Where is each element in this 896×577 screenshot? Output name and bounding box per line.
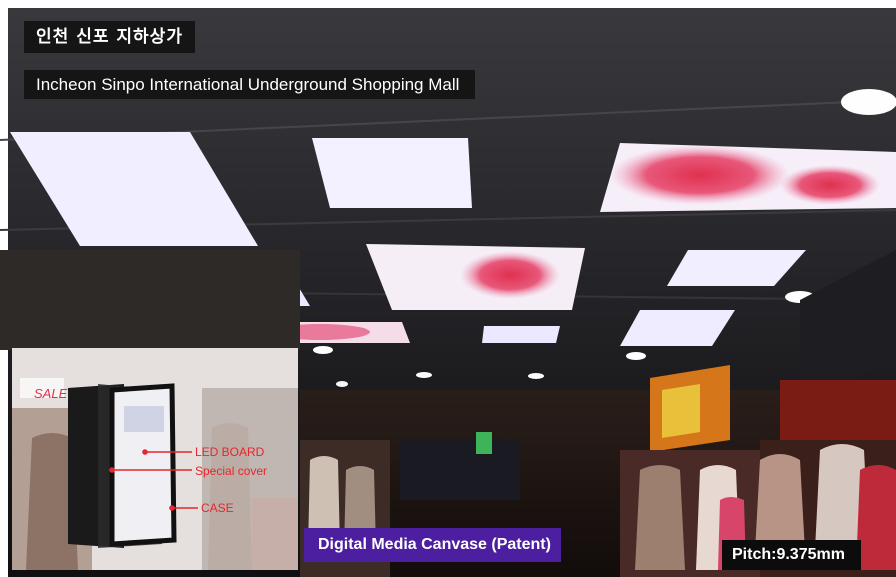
product-name-badge: Digital Media Canvase (Patent) — [304, 528, 561, 562]
korean-location-title: 인천 신포 지하상가 — [24, 21, 195, 53]
led-board-callout: LED BOARD — [195, 445, 265, 459]
english-location-title: Incheon Sinpo International Underground … — [24, 70, 476, 99]
inset-photo — [12, 348, 298, 570]
sale-sign: SALE — [34, 386, 68, 401]
special-cover-callout: Special cover — [195, 464, 268, 478]
case-callout: CASE — [201, 501, 234, 515]
pixel-pitch-label: Pitch:9.375mm — [722, 540, 861, 570]
led-board-inset: LED BOARD Special cover CASE SALE — [12, 348, 298, 570]
